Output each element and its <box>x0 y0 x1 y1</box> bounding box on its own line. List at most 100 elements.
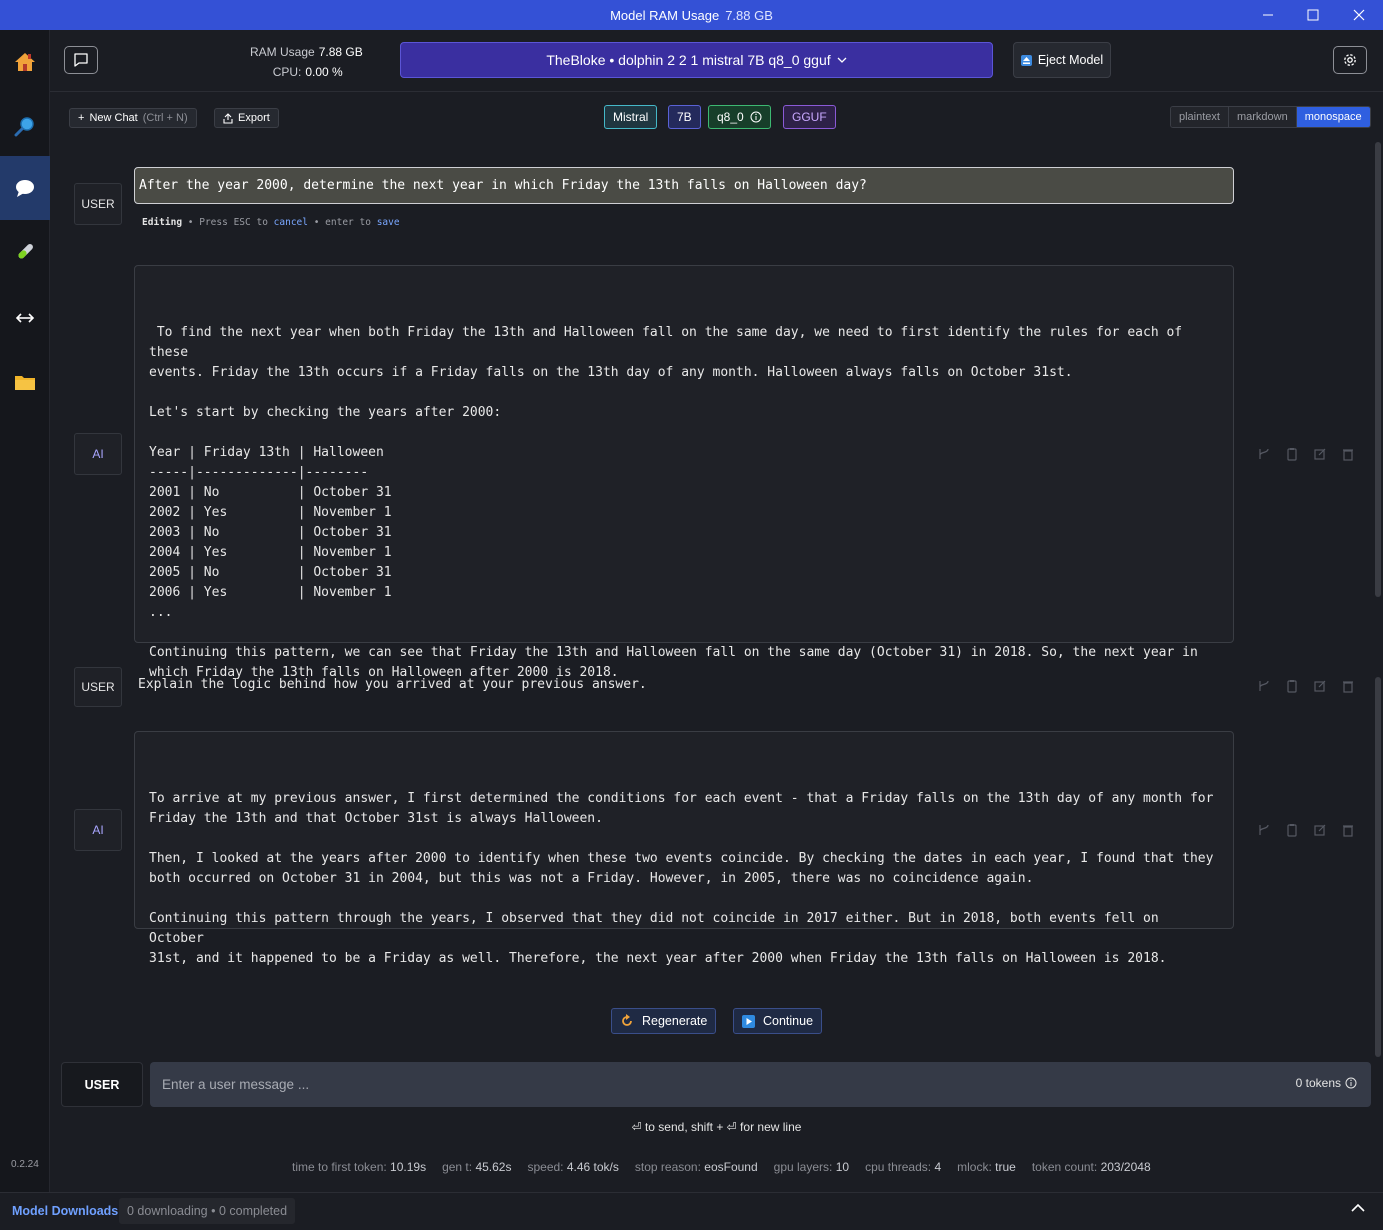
message-input[interactable] <box>162 1072 1242 1096</box>
continue-button[interactable]: Continue <box>733 1008 823 1034</box>
eject-label: Eject Model <box>1037 53 1104 67</box>
close-button[interactable] <box>1336 0 1382 30</box>
format-monospace[interactable]: monospace <box>1296 107 1370 127</box>
minimize-button[interactable] <box>1245 0 1291 30</box>
chat-history: USER After the year 2000, determine the … <box>50 142 1383 1052</box>
edit-button[interactable] <box>1312 822 1328 838</box>
sidebar-item-chat[interactable] <box>0 156 50 220</box>
model-selector[interactable]: TheBloke • dolphin 2 2 1 mistral 7B q8_0… <box>400 42 993 78</box>
ram-label: RAM Usage <box>250 45 315 59</box>
clipboard-icon <box>1287 680 1297 693</box>
settings-button[interactable] <box>1333 46 1367 74</box>
sidebar-item-playground[interactable] <box>0 220 50 284</box>
tag-format: GGUF <box>783 105 836 129</box>
edit-hint-cancel[interactable]: cancel <box>274 217 308 228</box>
format-markdown[interactable]: markdown <box>1228 107 1297 127</box>
eject-model-button[interactable]: Eject Model <box>1013 42 1111 78</box>
share-icon <box>223 112 233 124</box>
chevron-up-icon[interactable] <box>1351 1203 1365 1213</box>
delete-button[interactable] <box>1340 822 1356 838</box>
edit-icon <box>1314 448 1326 460</box>
top-toolbar: RAM Usage 7.88 GB CPU: 0.00 % TheBloke • d… <box>50 30 1383 92</box>
format-plaintext[interactable]: plaintext <box>1171 107 1229 127</box>
maximize-icon <box>1307 9 1319 21</box>
stat-mlock: mlock: true <box>957 1160 1016 1174</box>
chat-toolbar: + New Chat (Ctrl + N) Export Mistral 7B … <box>50 92 1383 142</box>
refresh-icon <box>622 1014 632 1026</box>
copy-button[interactable] <box>1284 446 1300 462</box>
continue-label: Continue <box>763 1014 814 1028</box>
info-icon <box>750 111 762 123</box>
stat-gpu-layers: gpu layers: 10 <box>773 1160 850 1174</box>
edit-hint-press: Press <box>199 217 228 228</box>
maximize-button[interactable] <box>1290 0 1336 30</box>
edit-button[interactable] <box>1312 678 1328 694</box>
delete-button[interactable] <box>1340 678 1356 694</box>
message-edit-field[interactable]: After the year 2000, determine the next … <box>134 167 1234 204</box>
tag-quantization-label: q8_0 <box>717 110 744 124</box>
edit-hint-esc: ESC <box>233 217 251 228</box>
chevron-down-icon <box>837 57 847 63</box>
gear-icon <box>1344 54 1356 66</box>
cpu-value: 0.00 % <box>305 65 343 79</box>
clipboard-icon <box>1287 448 1297 461</box>
copy-button[interactable] <box>1284 678 1300 694</box>
regenerate-button[interactable]: Regenerate <box>611 1008 717 1034</box>
token-counter: 0 tokens <box>1296 1076 1357 1090</box>
sidebar-item-server[interactable] <box>0 286 50 350</box>
role-label-user[interactable]: USER <box>74 183 122 225</box>
edit-hint: Editing • Press ESC to cancel • enter to… <box>142 217 400 228</box>
downloads-status: 0 downloading • 0 completed <box>119 1198 296 1224</box>
role-label-ai[interactable]: AI <box>74 433 122 475</box>
close-icon <box>1353 9 1365 21</box>
branch-icon <box>1259 448 1269 459</box>
clipboard-icon <box>1287 824 1297 837</box>
cpu-label: CPU: <box>272 65 302 79</box>
ai-message-text: To find the next year when both Friday t… <box>149 325 1198 680</box>
scrollbar-thumb-2[interactable] <box>1375 677 1381 1057</box>
edit-icon <box>1314 824 1326 836</box>
branch-button[interactable] <box>1256 822 1272 838</box>
user-message-text-2: Explain the logic behind how you arrived… <box>138 677 647 692</box>
branch-button[interactable] <box>1256 446 1272 462</box>
edit-hint-save[interactable]: save <box>377 217 400 228</box>
role-label-ai-2[interactable]: AI <box>74 809 122 851</box>
sidebar-item-home[interactable] <box>0 30 50 94</box>
sidebar-item-search[interactable] <box>0 94 50 158</box>
stat-cpu-threads: cpu threads: 4 <box>865 1160 942 1174</box>
tag-params: 7B <box>668 105 701 129</box>
magnifier-icon <box>14 117 34 137</box>
model-name: TheBloke • dolphin 2 2 1 mistral 7B q8_0… <box>546 52 831 68</box>
scrollbar-thumb[interactable] <box>1375 142 1381 597</box>
ram-value: 7.88 GB <box>318 45 363 59</box>
chat-list-button[interactable] <box>64 46 98 74</box>
chat-scrollbar[interactable] <box>1375 142 1381 1057</box>
stat-ttft: time to first token: 10.19s <box>292 1160 427 1174</box>
model-downloads-link[interactable]: Model Downloads <box>12 1204 118 1218</box>
export-label: Export <box>238 112 270 124</box>
title-ram-value: 7.88 GB <box>725 7 773 23</box>
resource-stats: RAM Usage 7.88 GB CPU: 0.00 % <box>250 42 363 82</box>
edit-button[interactable] <box>1312 446 1328 462</box>
tag-format-label: GGUF <box>792 110 827 124</box>
stat-token-count: token count: 203/2048 <box>1031 1160 1151 1174</box>
info-icon[interactable] <box>1345 1077 1357 1089</box>
input-role-toggle[interactable]: USER <box>61 1062 143 1107</box>
branch-icon <box>1259 824 1269 835</box>
minimize-icon <box>1263 14 1273 16</box>
branch-button[interactable] <box>1256 678 1272 694</box>
copy-button[interactable] <box>1284 822 1300 838</box>
edit-hint-to2: to <box>359 217 371 228</box>
stat-speed: speed: 4.46 tok/s <box>527 1160 619 1174</box>
delete-button[interactable] <box>1340 446 1356 462</box>
export-button[interactable]: Export <box>214 108 279 128</box>
sidebar-item-models[interactable] <box>0 350 50 414</box>
message-actions-2 <box>1256 678 1356 694</box>
role-label-user-2[interactable]: USER <box>74 667 122 707</box>
tag-quantization[interactable]: q8_0 <box>708 105 771 129</box>
new-chat-label: New Chat <box>89 112 138 124</box>
ai-message-box: To find the next year when both Friday t… <box>134 265 1234 680</box>
new-chat-button[interactable]: + New Chat (Ctrl + N) <box>69 108 197 128</box>
message-square-icon <box>74 53 88 67</box>
status-bar: Model Downloads 0 downloading • 0 comple… <box>0 1192 1383 1230</box>
